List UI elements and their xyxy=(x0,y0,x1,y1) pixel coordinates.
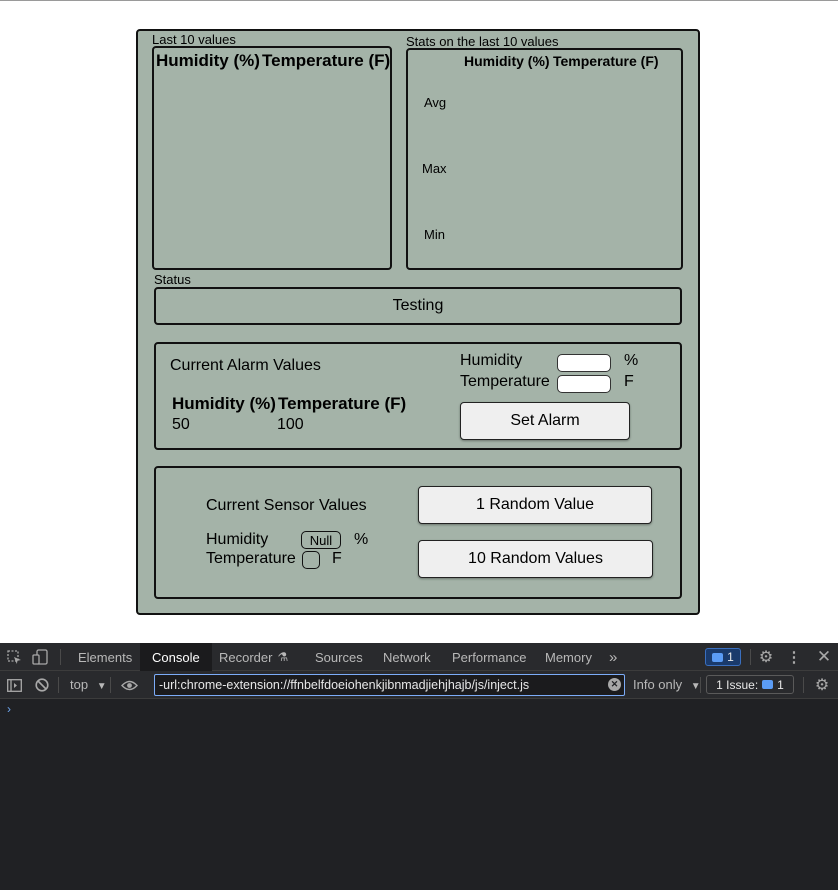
tab-network[interactable]: Network xyxy=(383,643,431,671)
alarm-temperature-label: Temperature xyxy=(460,373,550,390)
stats-row-min: Min xyxy=(424,227,445,242)
status-value: Testing xyxy=(392,297,444,314)
tab-separator xyxy=(750,649,751,665)
devtools-tab-bar: Elements Console Recorder ⚗ Sources Netw… xyxy=(0,643,838,671)
stats-row-avg: Avg xyxy=(424,95,447,110)
filter-value: -url:chrome-extension://ffnbelfdoeiohenk… xyxy=(159,678,530,692)
more-tabs-icon[interactable]: » xyxy=(609,643,617,671)
last-values-panel: Humidity (%) Temperature (F) xyxy=(152,46,392,270)
sensor-humidity-value: Null xyxy=(301,531,341,549)
sensor-temperature-unit: F xyxy=(332,550,342,567)
tab-separator xyxy=(60,649,61,665)
inspect-element-icon[interactable] xyxy=(6,649,22,665)
messages-count: 1 xyxy=(727,650,734,664)
alarm-humidity-label: Humidity xyxy=(460,352,523,369)
tab-console[interactable]: Console xyxy=(140,643,212,671)
one-random-value-button[interactable]: 1 Random Value xyxy=(418,486,652,524)
console-toolbar: top ▼ -url:chrome-extension://ffnbelfdoe… xyxy=(0,671,838,699)
tab-recorder-label: Recorder xyxy=(219,649,273,665)
sensor-panel: Current Sensor Values Humidity Null % Te… xyxy=(154,466,682,599)
context-value: top xyxy=(70,677,89,692)
alarm-humidity-header: Humidity (%) xyxy=(172,394,276,413)
devtools-panel: Elements Console Recorder ⚗ Sources Netw… xyxy=(0,643,838,890)
tab-recorder[interactable]: Recorder ⚗ xyxy=(219,643,288,671)
ten-random-values-button[interactable]: 10 Random Values xyxy=(418,540,653,578)
tab-elements[interactable]: Elements xyxy=(78,643,132,671)
live-expression-eye-icon[interactable] xyxy=(120,677,138,693)
stats-title: Stats on the last 10 values xyxy=(406,34,559,49)
alarm-temperature-value: 100 xyxy=(277,416,304,433)
more-options-icon[interactable]: ⋮ xyxy=(786,648,802,666)
page-top-border xyxy=(0,0,838,1)
set-alarm-button[interactable]: Set Alarm xyxy=(460,402,630,440)
app-panel: Last 10 values Humidity (%) Temperature … xyxy=(136,29,700,615)
last-values-temperature-header: Temperature (F) xyxy=(262,51,391,70)
sensor-humidity-label: Humidity xyxy=(206,531,269,548)
alarm-temperature-unit: F xyxy=(624,373,634,390)
tab-sources[interactable]: Sources xyxy=(315,643,363,671)
messages-badge[interactable]: 1 xyxy=(705,648,741,666)
settings-gear-icon[interactable]: ⚙ xyxy=(757,648,775,666)
clear-filter-icon[interactable]: ✕ xyxy=(608,678,621,691)
alarm-temperature-header: Temperature (F) xyxy=(278,394,407,413)
sensor-title: Current Sensor Values xyxy=(206,497,367,514)
issue-icon xyxy=(762,680,774,689)
tab-memory[interactable]: Memory xyxy=(545,643,592,671)
last-values-title: Last 10 values xyxy=(152,32,236,47)
status-display: Testing xyxy=(154,287,682,325)
issues-button[interactable]: 1 Issue: 1 xyxy=(706,675,794,694)
issues-count: 1 xyxy=(777,677,784,692)
sensor-humidity-unit: % xyxy=(354,531,369,548)
stats-temperature-header: Temperature (F) xyxy=(553,53,659,69)
context-selector[interactable]: top ▼ xyxy=(70,677,107,692)
toolbar-separator xyxy=(700,677,701,693)
stats-panel: Humidity (%) Temperature (F) Avg Max Min xyxy=(406,48,683,270)
alarm-panel: Current Alarm Values Humidity (%) Temper… xyxy=(154,342,682,450)
log-level-value: Info only xyxy=(633,677,683,692)
status-label: Status xyxy=(154,272,191,287)
console-settings-gear-icon[interactable]: ⚙ xyxy=(813,676,831,694)
device-toolbar-icon[interactable] xyxy=(32,649,48,665)
console-filter-input[interactable]: -url:chrome-extension://ffnbelfdoeiohenk… xyxy=(154,674,625,696)
close-devtools-icon[interactable]: ✕ xyxy=(815,647,833,666)
context-dropdown-icon: ▼ xyxy=(96,681,107,692)
sensor-temperature-value xyxy=(302,551,320,569)
toolbar-separator xyxy=(803,677,804,693)
alarm-humidity-input[interactable] xyxy=(557,354,611,372)
clear-console-icon[interactable] xyxy=(34,677,50,693)
sensor-temperature-label: Temperature xyxy=(206,550,296,567)
issues-label: 1 Issue: xyxy=(716,677,759,692)
message-icon xyxy=(712,652,724,662)
flask-icon: ⚗ xyxy=(277,650,289,664)
stats-humidity-header: Humidity (%) xyxy=(464,53,550,69)
console-prompt[interactable]: › xyxy=(7,702,11,716)
alarm-title: Current Alarm Values xyxy=(170,357,321,374)
log-level-dropdown[interactable]: Info only ▼ xyxy=(633,677,701,692)
toolbar-separator xyxy=(58,677,59,693)
tab-performance[interactable]: Performance xyxy=(452,643,526,671)
toolbar-separator xyxy=(110,677,111,693)
last-values-humidity-header: Humidity (%) xyxy=(156,51,260,70)
stats-row-max: Max xyxy=(422,161,447,176)
show-sidebar-icon[interactable] xyxy=(6,677,22,693)
alarm-temperature-input[interactable] xyxy=(557,375,611,393)
alarm-humidity-value: 50 xyxy=(172,416,190,433)
alarm-humidity-unit: % xyxy=(624,352,639,369)
